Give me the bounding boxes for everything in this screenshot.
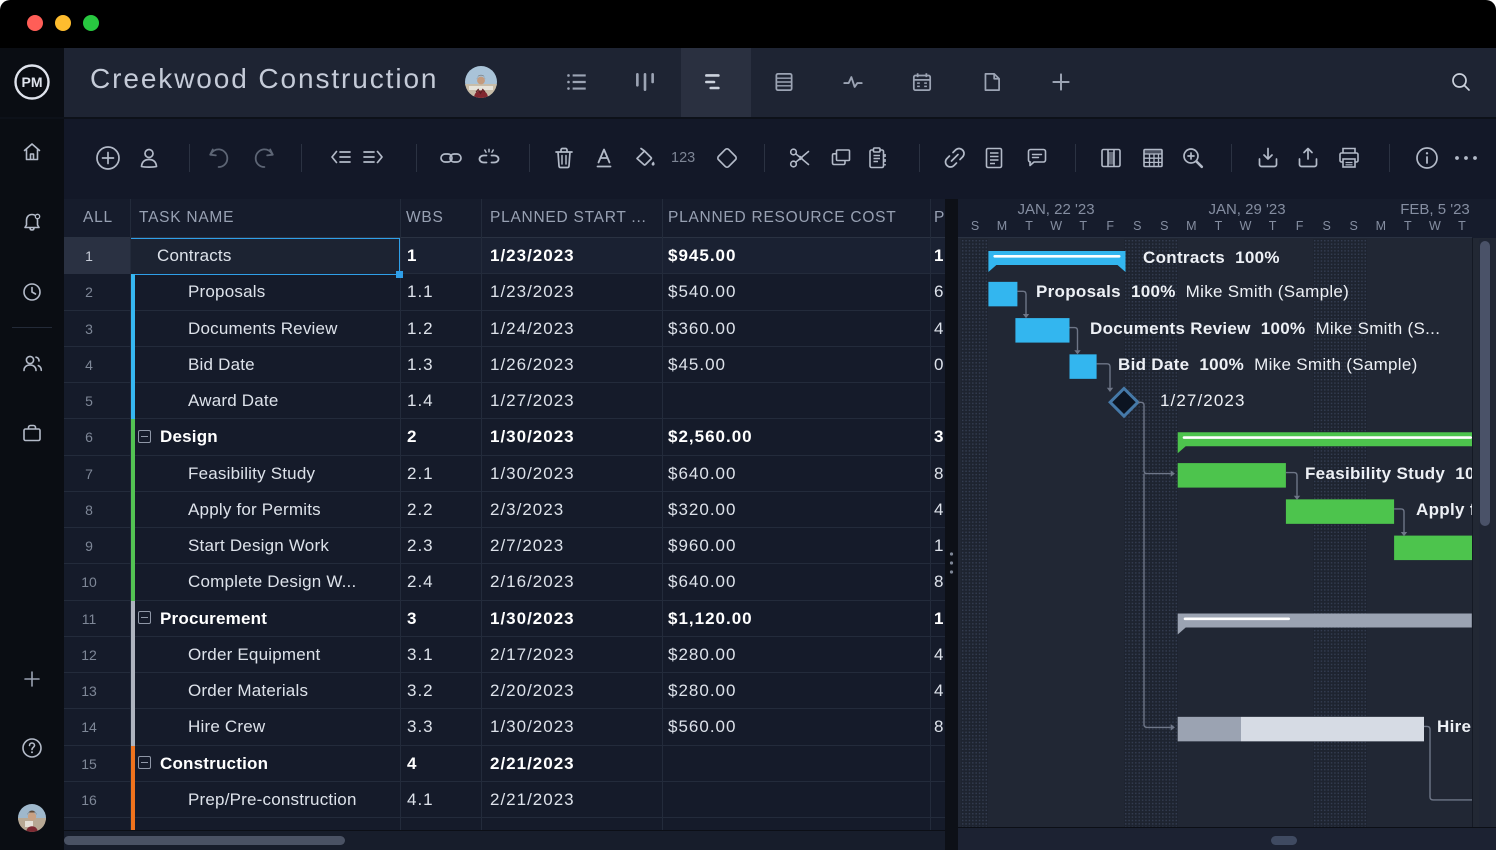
svg-text:PM: PM [22,74,43,90]
